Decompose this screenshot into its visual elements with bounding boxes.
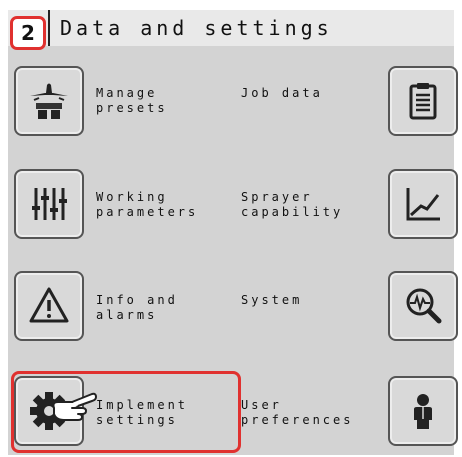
magnifier-pulse-icon	[406, 288, 442, 324]
implement-settings-label: Implement settings	[96, 398, 188, 428]
pointing-hand-icon	[48, 386, 100, 430]
label-line-1: Implement	[96, 398, 189, 412]
working-parameters-button[interactable]	[14, 169, 84, 239]
header-divider	[48, 10, 50, 46]
label-line-1: Info and	[96, 293, 178, 307]
header-bar: Data and settings	[8, 10, 454, 46]
clipboard-icon	[409, 83, 437, 120]
label-line-1: Manage	[96, 86, 158, 100]
working-parameters-label: Working parameters	[96, 190, 198, 220]
label-line-2: parameters	[96, 205, 199, 219]
system-label: System	[241, 293, 302, 308]
manage-presets-button[interactable]	[14, 66, 84, 136]
label-line-2: capability	[241, 205, 344, 219]
job-data-label: Job data	[241, 86, 323, 101]
label-line-2: presets	[96, 101, 168, 115]
sliders-icon	[32, 188, 67, 220]
manage-presets-icon	[30, 83, 68, 119]
system-button[interactable]	[388, 271, 458, 341]
user-preferences-button[interactable]	[388, 376, 458, 446]
page-title: Data and settings	[60, 16, 333, 40]
label-line-1: System	[241, 293, 303, 307]
label-line-1: User	[241, 398, 282, 412]
label-line-2: alarms	[96, 308, 158, 322]
user-preferences-label: User preferences	[241, 398, 353, 428]
manage-presets-label: Manage presets	[96, 86, 168, 116]
sprayer-capability-label: Sprayer capability	[241, 190, 343, 220]
label-line-2: settings	[96, 413, 178, 427]
info-and-alarms-button[interactable]	[14, 271, 84, 341]
data-and-settings-screen: Data and settings 2 Manage presets Job d…	[8, 10, 458, 455]
step-badge: 2	[10, 16, 46, 50]
warning-icon	[29, 287, 69, 323]
label-line-1: Working	[96, 190, 168, 204]
label-line-1: Sprayer	[241, 190, 313, 204]
user-icon	[414, 394, 432, 429]
label-line-1: Job data	[241, 86, 323, 100]
job-data-button[interactable]	[388, 66, 458, 136]
info-and-alarms-label: Info and alarms	[96, 293, 178, 323]
chart-line-icon	[406, 188, 440, 221]
sprayer-capability-button[interactable]	[388, 169, 458, 239]
label-line-2: preferences	[241, 413, 354, 427]
